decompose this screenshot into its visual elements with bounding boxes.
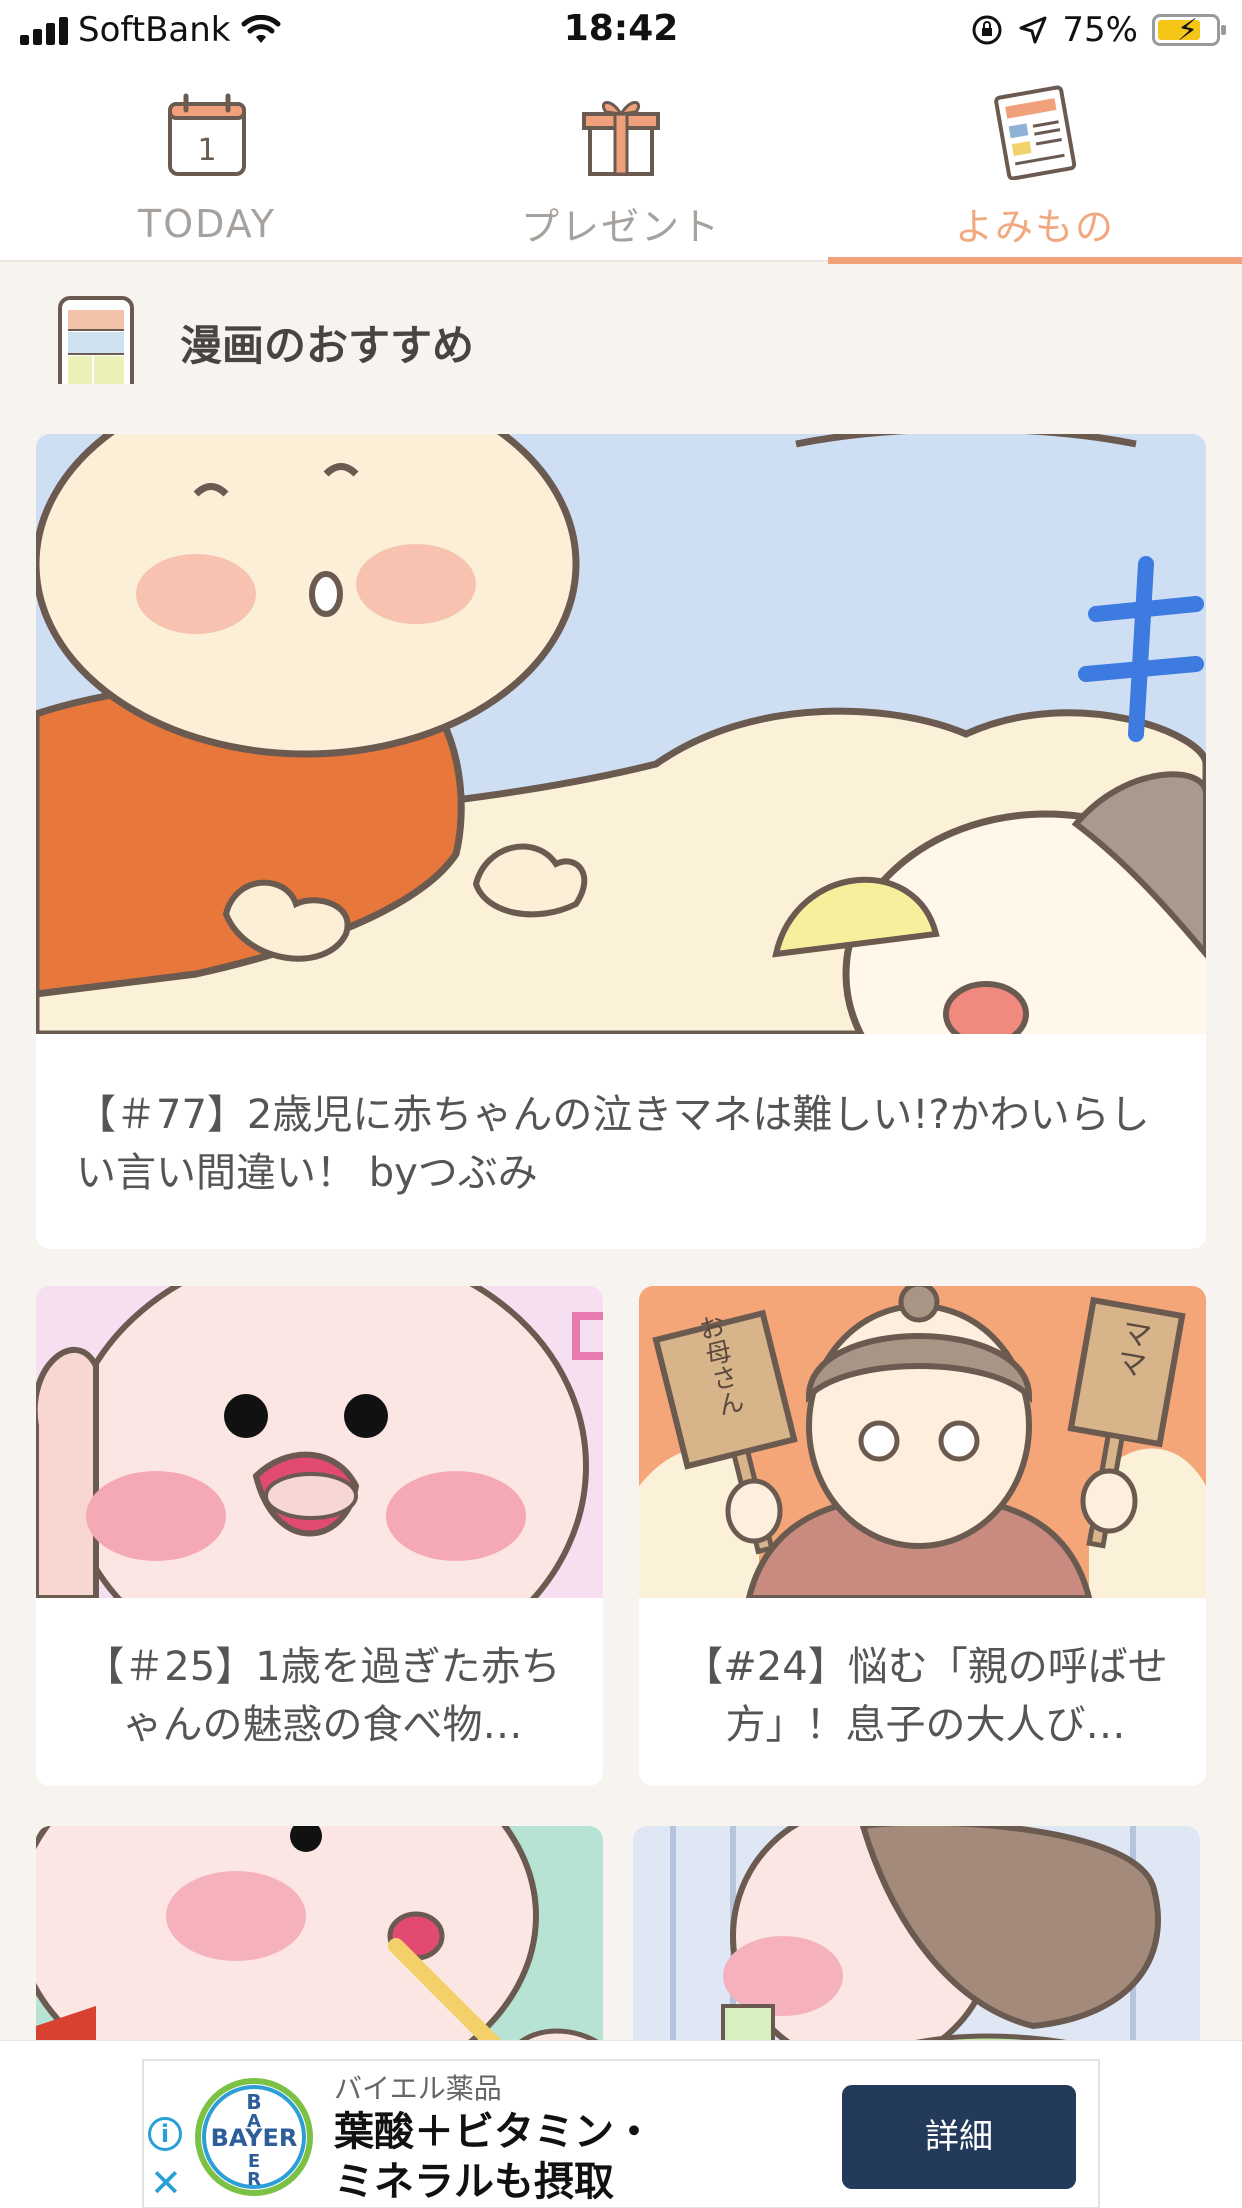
article-thumbnail: [633, 1826, 1200, 2066]
article-thumbnail: お母さん ママ: [639, 1286, 1206, 1598]
article-thumbnail: [36, 1826, 603, 2066]
article-card-featured[interactable]: 【＃77】2歳児に赤ちゃんの泣きマネは難しい!?かわいらしい言い間違い！ byつ…: [36, 434, 1206, 1249]
tab-today[interactable]: 1 TODAY: [0, 62, 414, 262]
article-card[interactable]: 【＃25】1歳を過ぎた赤ちゃんの魅惑の食べ物…: [36, 1286, 603, 1786]
calendar-day: 1: [197, 133, 216, 168]
ad-details-button[interactable]: 詳細: [842, 2085, 1076, 2189]
location-icon: [1019, 16, 1047, 44]
newspaper-icon: [994, 85, 1077, 180]
tab-yomimono[interactable]: よみもの: [828, 62, 1242, 264]
ad-info-icon[interactable]: i: [148, 2117, 182, 2151]
orientation-lock-icon: [972, 15, 1002, 45]
svg-text:A: A: [247, 2111, 261, 2132]
tab-present[interactable]: プレゼント: [414, 62, 828, 262]
article-title: 【＃25】1歳を過ぎた赤ちゃんの魅惑の食べ物…: [84, 1644, 561, 1748]
tab-today-label: TODAY: [138, 202, 276, 246]
article-title: 【#24】悩む「親の呼ばせ方」！息子の大人び…: [683, 1644, 1168, 1748]
article-card[interactable]: [36, 1826, 603, 2066]
ad-headline: 葉酸＋ビタミン・ ミネラルも摂取: [334, 2107, 654, 2207]
bayer-logo: BAYER B A E R: [195, 2078, 313, 2196]
ad-brand: バイエル薬品: [334, 2072, 502, 2105]
tab-bar: 1 TODAY プレゼント よみもの: [0, 62, 1242, 264]
gift-icon: [582, 101, 660, 176]
section-title: 漫画のおすすめ: [180, 321, 475, 370]
svg-text:R: R: [247, 2169, 261, 2190]
ad-content[interactable]: i ✕ BAYER B A E R バイエル薬品 葉酸＋ビタミン・ ミネラルも摂…: [142, 2059, 1100, 2208]
article-card[interactable]: お母さん ママ 【#24】悩む「親の呼ばせ方」！息子の大人び…: [639, 1286, 1206, 1786]
article-card[interactable]: [633, 1826, 1200, 2066]
status-bar: SoftBank 18:42 75% ⚡: [0, 0, 1242, 62]
manga-phone-icon: [58, 296, 134, 384]
calendar-icon: 1: [168, 93, 246, 176]
article-title: 【＃77】2歳児に赤ちゃんの泣きマネは難しい!?かわいらしい言い間違い！ byつ…: [76, 1092, 1150, 1196]
battery-percent: 75%: [1062, 10, 1138, 50]
section-header: 漫画のおすすめ: [0, 262, 1242, 412]
ad-headline-line2: ミネラルも摂取: [334, 2159, 614, 2205]
tab-yomimono-label: よみもの: [954, 205, 1115, 249]
article-thumbnail: [36, 434, 1206, 1034]
ad-banner: i ✕ BAYER B A E R バイエル薬品 葉酸＋ビタミン・ ミネラルも摂…: [0, 2040, 1242, 2208]
ad-close-icon[interactable]: ✕: [150, 2161, 182, 2205]
article-thumbnail: [36, 1286, 603, 1598]
battery-charging-icon: ⚡: [1152, 13, 1226, 48]
ad-headline-line1: 葉酸＋ビタミン・: [334, 2109, 654, 2155]
tab-present-label: プレゼント: [520, 205, 721, 249]
